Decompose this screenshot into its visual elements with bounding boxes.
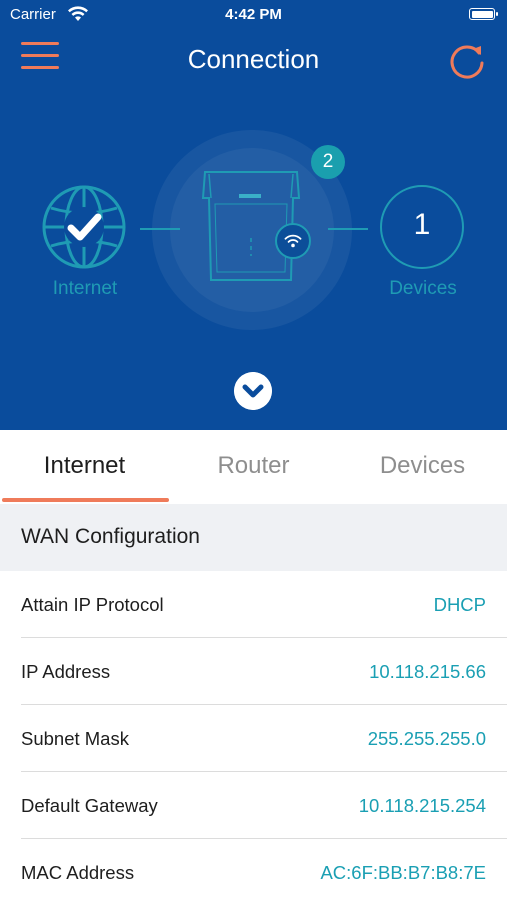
row-value: AC:6F:BB:B7:B8:7E [320,862,486,883]
list-item: Subnet Mask 255.255.255.0 [0,705,507,772]
section-title: WAN Configuration [21,525,200,548]
tab-bar: Internet Router Devices [0,430,507,504]
row-label: Attain IP Protocol [21,594,164,615]
tab-router[interactable]: Router [169,452,338,480]
list-item: IP Address 10.118.215.66 [0,638,507,705]
battery-icon [469,8,498,20]
row-value: DHCP [433,594,486,615]
internet-label: Internet [52,278,118,299]
refresh-icon[interactable] [446,40,488,82]
list-item: MAC Address AC:6F:BB:B7:B8:7E [0,839,507,906]
row-value: 10.118.215.66 [369,661,486,682]
devices-label: Devices [389,278,457,299]
connection-header: Carrier 4:42 PM Connection Internet 2 1 … [0,0,507,430]
globe-icon[interactable] [41,184,127,270]
tab-devices[interactable]: Devices [338,452,507,480]
tab-internet[interactable]: Internet [0,452,169,480]
wifi-icon [275,223,311,259]
status-time: 4:42 PM [225,6,282,23]
row-label: MAC Address [21,862,135,883]
active-tab-indicator [2,498,169,502]
list-item: Attain IP Protocol DHCP [0,571,507,638]
row-label: Subnet Mask [21,728,129,749]
chevron-down-icon[interactable] [234,372,272,410]
page-title: Connection [187,44,320,74]
router-badge: 2 [311,145,345,179]
row-label: Default Gateway [21,795,158,816]
row-value: 255.255.255.0 [367,728,486,749]
devices-link-line [328,228,368,230]
row-label: IP Address [21,661,111,682]
devices-count: 1 [413,208,431,241]
row-value: 10.118.215.254 [358,795,486,816]
status-bar: Carrier 4:42 PM [0,0,507,30]
internet-link-line [140,228,180,230]
section-header: WAN Configuration [0,504,507,571]
list-item: Default Gateway 10.118.215.254 [0,772,507,839]
